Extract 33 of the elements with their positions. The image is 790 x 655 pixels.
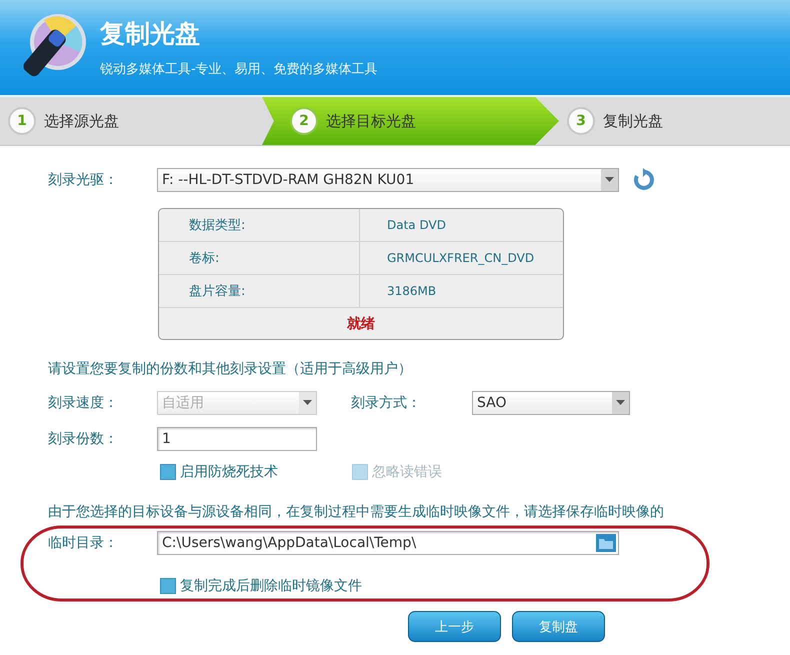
info-value: 3186MB [359,275,563,307]
step-tab[interactable]: 1 选择源光盘 [0,97,262,145]
refresh-icon[interactable] [631,168,655,192]
checkbox[interactable] [160,578,176,594]
status-text: 就绪 [346,314,376,334]
field-label: 刻录方式： [351,394,422,412]
app-subtitle: 锐动多媒体工具-专业、易用、免费的多媒体工具 [100,61,378,78]
step-tab[interactable]: 2 选择目标光盘 [262,97,559,145]
field-label: 刻录光驱： [48,171,119,189]
step-number: 2 [290,107,318,135]
folder-icon[interactable] [596,534,616,552]
field-label: 刻录份数： [48,430,119,448]
info-value: GRMCULXFRER_CN_DVD [359,242,563,274]
info-label: 数据类型: [188,217,246,235]
section-heading: 请设置您要复制的份数和其他刻录设置（适用于高级用户） [48,360,413,378]
field-label: 临时目录： [48,534,119,552]
note-text: 由于您选择的目标设备与源设备相同，在复制过程中需要生成临时映像文件，请选择保存临时映像的 [48,503,665,521]
temp-folder-input[interactable]: C:\Users\wang\AppData\Local\Temp\ [157,531,619,555]
step-number: 1 [8,107,36,135]
mode-select[interactable]: SAO [472,391,630,415]
checkbox-label: 启用防烧死技术 [180,463,278,481]
step-number: 3 [567,107,595,135]
copies-input[interactable]: 1 [157,427,317,451]
info-label: 卷标: [188,250,220,268]
step-tab[interactable]: 3 复制光盘 [559,97,790,145]
app-title: 复制光盘 [100,18,201,50]
info-value: Data DVD [359,209,563,241]
drive-select[interactable]: F: --HL-DT-STDVD-RAM GH82N KU01 [157,168,619,192]
checkbox[interactable] [160,464,176,480]
info-label: 盘片容量: [188,283,246,301]
field-label: 刻录速度： [48,394,119,412]
checkbox-label: 忽略读错误 [372,463,442,481]
checkbox-label: 复制完成后删除临时镜像文件 [180,577,362,595]
